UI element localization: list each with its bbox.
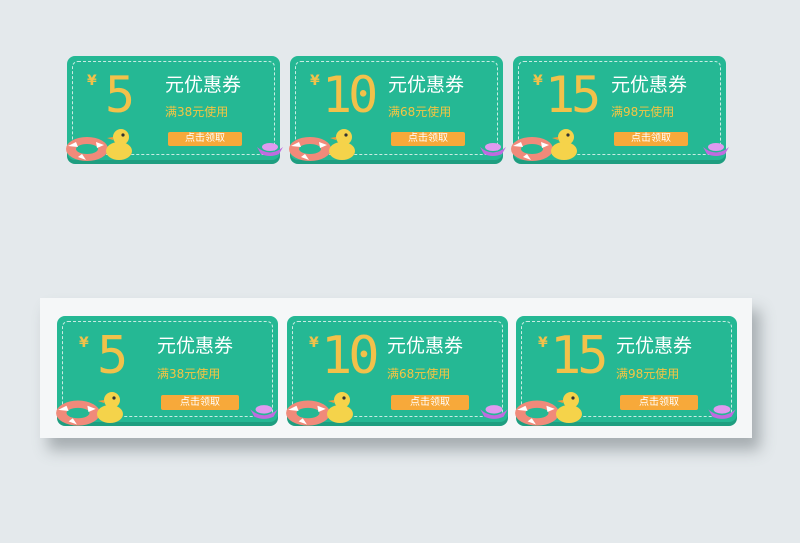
rubber-duck-icon — [106, 129, 132, 160]
claim-button[interactable]: 点击领取 — [161, 395, 239, 410]
claim-button[interactable]: 点击领取 — [168, 132, 242, 146]
swim-ring-icon — [515, 400, 559, 426]
coupon-condition: 满98元使用 — [616, 367, 680, 381]
coupon-condition: 满38元使用 — [157, 367, 221, 381]
swim-ring-icon — [286, 400, 330, 426]
coupon-amount: 15 — [545, 66, 601, 124]
rubber-duck-icon — [551, 129, 577, 160]
rubber-duck-icon — [327, 392, 353, 423]
gold-ingot-icon — [257, 143, 283, 156]
gold-ingot-icon — [480, 405, 508, 419]
coupon-amount: 15 — [550, 326, 609, 386]
gold-ingot-icon — [480, 143, 506, 156]
gold-ingot-icon — [703, 143, 729, 156]
coupon-condition: 满68元使用 — [387, 367, 451, 381]
coupon-amount: 5 — [105, 66, 135, 124]
gold-ingot-icon — [250, 405, 278, 419]
coupon-condition: 满68元使用 — [388, 105, 452, 119]
currency-symbol: ¥ — [87, 73, 97, 89]
gold-ingot-icon — [708, 405, 736, 419]
coupon-title: 元优惠券 — [165, 74, 242, 96]
swim-ring-icon — [511, 137, 553, 161]
swim-ring-icon — [289, 137, 331, 161]
claim-button[interactable]: 点击领取 — [620, 395, 698, 410]
rubber-duck-icon — [97, 392, 123, 423]
coupon-title: 元优惠券 — [157, 335, 234, 357]
claim-button[interactable]: 点击领取 — [391, 395, 469, 410]
currency-symbol: ¥ — [533, 73, 543, 89]
swim-ring-icon — [66, 137, 108, 161]
rubber-duck-icon — [329, 129, 355, 160]
coupon-title: 元优惠券 — [388, 74, 465, 96]
currency-symbol: ¥ — [310, 73, 320, 89]
coupon-condition: 满38元使用 — [165, 105, 229, 119]
coupon-amount: 10 — [321, 326, 380, 386]
currency-symbol: ¥ — [538, 335, 548, 351]
coupon-condition: 满98元使用 — [611, 105, 675, 119]
swim-ring-icon — [56, 400, 100, 426]
currency-symbol: ¥ — [79, 335, 89, 351]
currency-symbol: ¥ — [309, 335, 319, 351]
coupon-amount: 5 — [97, 326, 128, 386]
coupon-amount: 10 — [322, 66, 378, 124]
coupon-title: 元优惠券 — [616, 335, 693, 357]
coupon-title: 元优惠券 — [387, 335, 464, 357]
coupon-title: 元优惠券 — [611, 74, 688, 96]
rubber-duck-icon — [556, 392, 582, 423]
claim-button[interactable]: 点击领取 — [614, 132, 688, 146]
claim-button[interactable]: 点击领取 — [391, 132, 465, 146]
